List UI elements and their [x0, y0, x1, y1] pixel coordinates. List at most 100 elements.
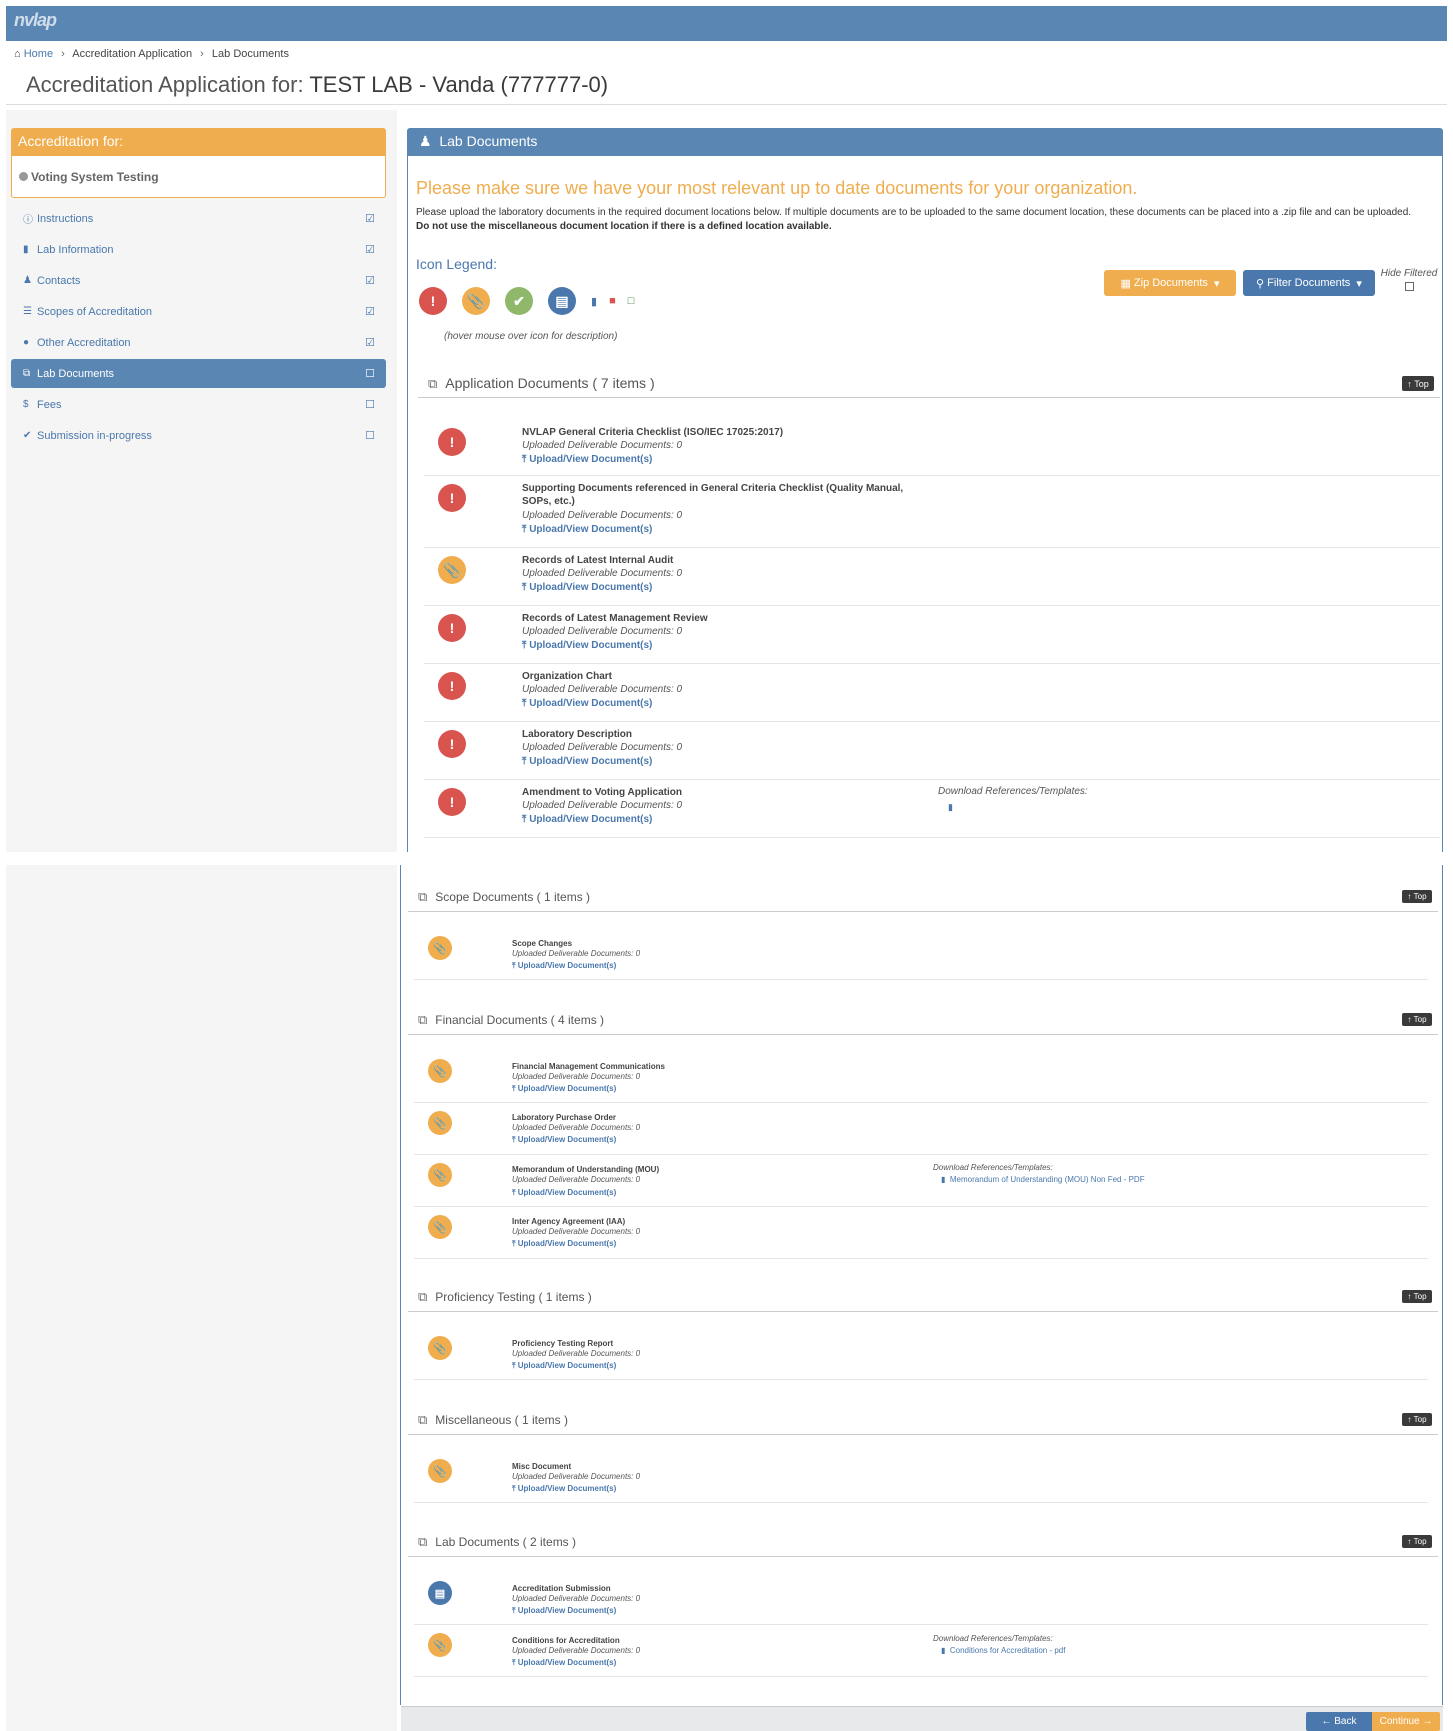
panel-header: ♟ Lab Documents — [407, 128, 1443, 156]
sidebar-item-other-accreditation[interactable]: ● Other Accreditation ☑ — [11, 327, 386, 358]
required-missing-icon[interactable]: ! — [438, 788, 466, 816]
sidebar-item-fees[interactable]: $ Fees ☐ — [11, 389, 386, 420]
required-missing-icon[interactable]: ! — [438, 672, 466, 700]
checked-box-icon: ☑ — [365, 244, 375, 256]
top-button[interactable]: ↑ Top — [1402, 1413, 1432, 1426]
panel-title: Lab Documents — [439, 133, 538, 149]
empty-box-icon: ☐ — [365, 368, 375, 380]
top-button[interactable]: ↑ Top — [1402, 1290, 1432, 1303]
zip-documents-button[interactable]: ▦ Zip Documents ▾ — [1104, 270, 1236, 296]
file-icon[interactable]: ▮ — [591, 295, 597, 308]
upload-view-link[interactable]: ⤒ Upload/View Document(s) — [522, 454, 652, 465]
top-button[interactable]: ↑ Top — [1402, 890, 1432, 903]
sidebar-background-lower — [6, 865, 397, 1731]
document-row: 📎 Conditions for Accreditation Uploaded … — [414, 1625, 1428, 1677]
sidebar-item-instructions[interactable]: ⓘ Instructions ☑ — [11, 203, 386, 234]
optional-attachment-icon[interactable]: 📎 — [428, 1336, 452, 1360]
top-navbar: nvlap — [6, 6, 1447, 41]
dollar-icon: $ — [23, 399, 29, 410]
hover-note: (hover mouse over icon for description) — [444, 331, 618, 342]
empty-box-icon: ☐ — [365, 399, 375, 411]
list-icon: ☰ — [23, 306, 32, 317]
optional-attachment-icon[interactable]: 📎 — [438, 556, 466, 584]
document-row: 📎 Financial Management Communications Up… — [414, 1051, 1428, 1103]
lab-name: TEST LAB - Vanda (777777-0) — [309, 72, 609, 97]
copy-icon: ⧉ — [418, 1012, 428, 1027]
upload-view-link[interactable]: ⤒ Upload/View Document(s) — [522, 814, 652, 825]
nvlap-logo[interactable]: nvlap — [14, 10, 57, 31]
required-missing-icon[interactable]: ! — [438, 730, 466, 758]
upload-view-link[interactable]: ⤒ Upload/View Document(s) — [512, 1135, 616, 1145]
optional-attachment-icon[interactable]: 📎 — [462, 287, 490, 315]
required-missing-icon[interactable]: ! — [438, 428, 466, 456]
upload-view-link[interactable]: ⤒ Upload/View Document(s) — [512, 1188, 616, 1198]
file-icon[interactable]: ▮ — [948, 802, 953, 813]
top-button[interactable]: ↑ Top — [1402, 376, 1434, 391]
document-row: 📎 Scope Changes Uploaded Deliverable Doc… — [414, 928, 1428, 980]
optional-attachment-icon[interactable]: 📎 — [428, 1633, 452, 1657]
optional-attachment-icon[interactable]: 📎 — [428, 936, 452, 960]
intro-text: Please upload the laboratory documents i… — [416, 207, 1412, 232]
upload-view-link[interactable]: ⤒ Upload/View Document(s) — [522, 524, 652, 535]
upload-view-link[interactable]: ⤒ Upload/View Document(s) — [512, 961, 616, 971]
top-button[interactable]: ↑ Top — [1402, 1535, 1432, 1548]
optional-attachment-icon[interactable]: 📎 — [428, 1163, 452, 1187]
document-row: 📎 Misc Document Uploaded Deliverable Doc… — [414, 1451, 1428, 1503]
optional-attachment-icon[interactable]: 📎 — [428, 1459, 452, 1483]
search-icon: ⚲ — [1256, 277, 1265, 290]
icon-legend-title: Icon Legend: — [416, 256, 497, 272]
upload-view-link[interactable]: ⤒ Upload/View Document(s) — [512, 1084, 616, 1094]
continue-button[interactable]: Continue → — [1372, 1712, 1440, 1731]
document-row: ! NVLAP General Criteria Checklist (ISO/… — [424, 420, 1440, 476]
zip-file-icon: ▦ — [1120, 277, 1131, 290]
caret-down-icon: ▾ — [1214, 277, 1220, 290]
breadcrumb-current: Lab Documents — [211, 48, 289, 60]
section-application-documents: ⧉ Application Documents ( 7 items ) ↑ Top — [418, 372, 1440, 398]
document-row: ▤ Accreditation Submission Uploaded Deli… — [414, 1573, 1428, 1625]
chevron-right-icon: › — [200, 48, 204, 60]
arrow-right-icon: → — [1422, 1716, 1433, 1727]
document-icon[interactable]: ▤ — [548, 287, 576, 315]
sidebar-item-scopes[interactable]: ☰ Scopes of Accreditation ☑ — [11, 296, 386, 327]
copy-icon: ⧉ — [418, 1289, 428, 1304]
sidebar-item-contacts[interactable]: ♟ Contacts ☑ — [11, 265, 386, 296]
breadcrumb-home[interactable]: Home — [24, 48, 53, 60]
title-divider — [6, 104, 1447, 105]
complete-check-icon[interactable]: ✔ — [505, 287, 533, 315]
optional-attachment-icon[interactable]: 📎 — [428, 1215, 452, 1239]
breadcrumb: ⌂ Home › Accreditation Application › Lab… — [14, 48, 289, 60]
template-download-link[interactable]: ▮ Conditions for Accreditation - pdf — [941, 1646, 1065, 1655]
page-title: Accreditation Application for: TEST LAB … — [26, 72, 609, 97]
breadcrumb-application[interactable]: Accreditation Application — [72, 48, 192, 60]
top-button[interactable]: ↑ Top — [1402, 1013, 1432, 1026]
upload-view-link[interactable]: ⤒ Upload/View Document(s) — [512, 1239, 616, 1249]
required-missing-icon[interactable]: ! — [438, 484, 466, 512]
template-download-link[interactable]: ▮ Memorandum of Understanding (MOU) Non … — [941, 1175, 1145, 1184]
sidebar-item-submission[interactable]: ✔ Submission in-progress ☐ — [11, 420, 386, 451]
back-button[interactable]: ← Back — [1306, 1712, 1372, 1731]
upload-view-link[interactable]: ⤒ Upload/View Document(s) — [522, 756, 652, 767]
upload-view-link[interactable]: ⤒ Upload/View Document(s) — [512, 1484, 616, 1494]
optional-attachment-icon[interactable]: 📎 — [428, 1111, 452, 1135]
section-scope-documents: ⧉ Scope Documents ( 1 items ) ↑ Top — [408, 886, 1438, 912]
upload-view-link[interactable]: ⤒ Upload/View Document(s) — [512, 1361, 616, 1371]
optional-attachment-icon[interactable]: 📎 — [428, 1059, 452, 1083]
unlock-icon[interactable]: □ — [628, 295, 635, 307]
hide-filtered-checkbox[interactable] — [1404, 282, 1414, 291]
upload-view-link[interactable]: ⤒ Upload/View Document(s) — [522, 582, 652, 593]
document-icon[interactable]: ▤ — [428, 1581, 452, 1605]
required-missing-icon[interactable]: ! — [438, 614, 466, 642]
upload-view-link[interactable]: ⤒ Upload/View Document(s) — [512, 1658, 616, 1668]
document-row: ! Laboratory Description Uploaded Delive… — [424, 722, 1440, 780]
upload-view-link[interactable]: ⤒ Upload/View Document(s) — [512, 1606, 616, 1616]
sidebar-item-lab-information[interactable]: ▮ Lab Information ☑ — [11, 234, 386, 265]
lock-icon[interactable]: ■ — [609, 295, 616, 307]
checked-box-icon: ☑ — [365, 337, 375, 349]
upload-view-link[interactable]: ⤒ Upload/View Document(s) — [522, 640, 652, 651]
upload-view-link[interactable]: ⤒ Upload/View Document(s) — [522, 698, 652, 709]
filter-documents-button[interactable]: ⚲ Filter Documents ▾ — [1243, 270, 1375, 296]
required-missing-icon[interactable]: ! — [419, 287, 447, 315]
section-lab-documents: ⧉ Lab Documents ( 2 items ) ↑ Top — [408, 1531, 1438, 1557]
user-icon: ♟ — [23, 275, 32, 286]
sidebar-item-lab-documents[interactable]: ⧉ Lab Documents ☐ — [11, 359, 386, 388]
